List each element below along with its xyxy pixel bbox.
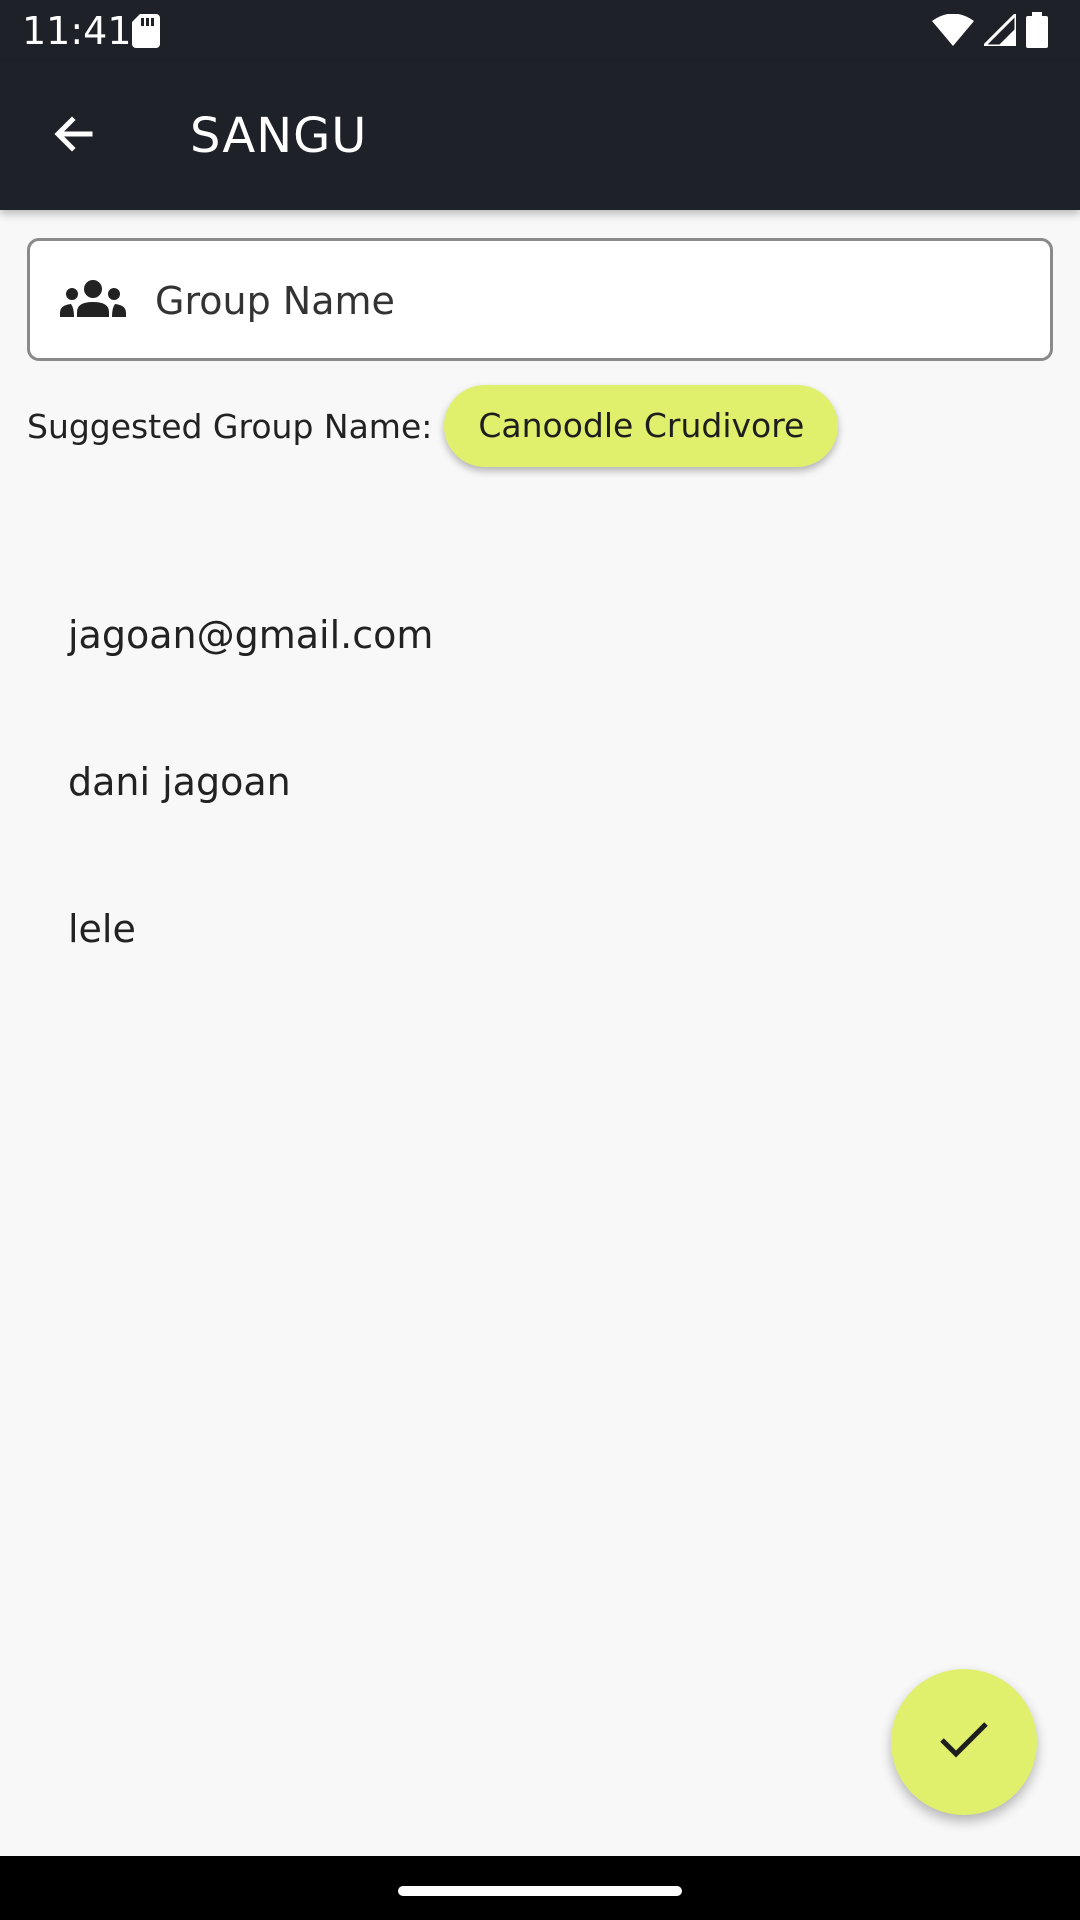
arrow-back-icon — [50, 110, 98, 162]
sd-card-icon — [132, 14, 160, 52]
app-bar: SANGU — [0, 62, 1080, 210]
status-time: 11:41 — [22, 9, 132, 53]
group-name-input[interactable] — [153, 261, 1013, 341]
battery-icon — [1026, 12, 1048, 52]
navigation-bar — [0, 1856, 1080, 1920]
list-item[interactable]: jagoan@gmail.com — [0, 562, 1080, 709]
member-list: jagoan@gmail.com dani jagoan lele — [0, 562, 1080, 1003]
suggestion-label: Suggested Group Name: — [27, 406, 433, 446]
suggestion-row: Suggested Group Name: Canoodle Crudivore — [27, 384, 839, 468]
home-handle[interactable] — [398, 1886, 682, 1896]
confirm-button[interactable] — [891, 1669, 1037, 1815]
back-button[interactable] — [38, 100, 110, 172]
signal-icon — [980, 10, 1018, 50]
main-content: Suggested Group Name: Canoodle Crudivore… — [0, 210, 1080, 1856]
wifi-icon — [932, 13, 974, 50]
suggested-name-chip[interactable]: Canoodle Crudivore — [444, 385, 839, 467]
status-bar: 11:41 — [0, 0, 1080, 62]
group-icon — [60, 279, 126, 323]
status-icons — [932, 10, 1048, 52]
list-item[interactable]: lele — [0, 856, 1080, 1003]
check-icon — [938, 1720, 990, 1764]
group-name-field[interactable] — [27, 238, 1053, 361]
page-title: SANGU — [190, 108, 368, 164]
list-item[interactable]: dani jagoan — [0, 709, 1080, 856]
